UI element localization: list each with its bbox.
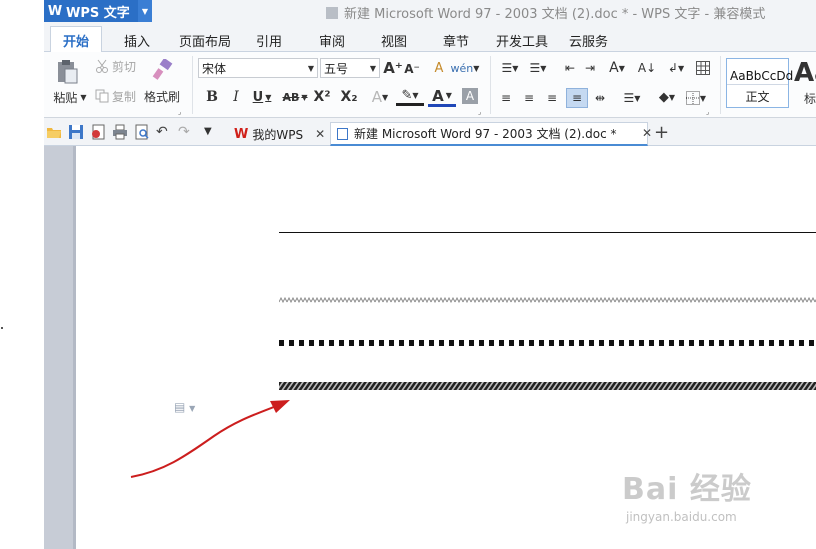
chevron-down-icon[interactable]: ▼: [138, 0, 152, 22]
title-bar: W WPS 文字 ▼ 新建 Microsoft Word 97 - 2003 文…: [44, 0, 816, 22]
character-shading-icon[interactable]: A: [462, 88, 478, 104]
print-icon[interactable]: [112, 124, 128, 140]
tab-view[interactable]: 视图: [381, 31, 407, 50]
left-margin-bar: [44, 146, 76, 549]
save-icon[interactable]: [68, 124, 84, 140]
separator: [192, 56, 193, 114]
style-heading[interactable]: Aa 标: [792, 58, 816, 108]
style-sample: AaBbCcDd: [730, 69, 794, 83]
open-folder-icon[interactable]: [46, 124, 62, 140]
format-painter-icon[interactable]: [150, 58, 174, 82]
distributed-align-icon[interactable]: ⇹: [592, 90, 608, 106]
red-arrow-annotation: [130, 400, 290, 478]
tab-developer[interactable]: 开发工具: [496, 31, 548, 50]
decrease-indent-icon[interactable]: ⇤: [562, 60, 578, 76]
underline-icon[interactable]: U ▼: [250, 88, 274, 106]
tab-home[interactable]: 开始: [50, 26, 103, 53]
table-icon[interactable]: [694, 59, 712, 77]
watermark-url: jingyan.baidu.com: [626, 510, 737, 524]
tab-references[interactable]: 引用: [256, 31, 282, 50]
hatched-line: [279, 382, 816, 390]
copy-button[interactable]: 复制: [112, 89, 136, 104]
copy-icon[interactable]: [94, 88, 110, 104]
paragraph-shading-icon[interactable]: ◆ ▼: [654, 88, 680, 106]
dotted-line: [279, 340, 816, 346]
paste-icon[interactable]: [54, 58, 80, 86]
window-title: 新建 Microsoft Word 97 - 2003 文档 (2).doc *…: [326, 3, 765, 22]
align-left-icon[interactable]: ≡: [498, 90, 514, 106]
increase-indent-icon[interactable]: ⇥: [582, 60, 598, 76]
stray-dot: [1, 327, 3, 329]
doc-tab-active[interactable]: 新建 Microsoft Word 97 - 2003 文档 (2).doc *: [330, 122, 648, 146]
bullet-list-icon[interactable]: ☰ ▼: [498, 60, 522, 76]
tab-chapter[interactable]: 章节: [443, 31, 469, 50]
customize-dropdown-icon[interactable]: ▼: [204, 126, 220, 142]
style-normal[interactable]: AaBbCcDd 正文: [726, 58, 793, 108]
highlight-icon[interactable]: ✎ ▼: [396, 88, 424, 106]
bold-icon[interactable]: B: [204, 88, 220, 106]
outer-background: [0, 0, 44, 549]
scissors-icon[interactable]: [94, 58, 110, 74]
new-tab-icon[interactable]: +: [654, 122, 669, 143]
ribbon: 粘贴 ▼ 剪切 复制 格式刷 ⌟ 宋体 ▼ 五号 ▼ A⁺ A⁻ A wén ▼ B I…: [44, 52, 816, 118]
font-color-icon[interactable]: A ▼: [428, 87, 456, 107]
ribbon-tab-bar: 开始 插入 页面布局 引用 审阅 视图 章节 开发工具 云服务: [44, 22, 816, 53]
tab-review[interactable]: 审阅: [319, 31, 345, 50]
style-name: 正文: [727, 84, 788, 105]
undo-icon[interactable]: ↶: [156, 124, 172, 140]
style-name: 标: [804, 92, 816, 106]
quick-access-bar: ↶ ↷ ▼ W 我的WPS ✕ 新建 Microsoft Word 97 - 2…: [44, 118, 816, 146]
format-painter-button[interactable]: 格式刷: [144, 89, 180, 104]
close-icon[interactable]: ✕: [315, 127, 325, 141]
close-icon[interactable]: ✕: [642, 126, 652, 140]
print-preview-icon[interactable]: [134, 124, 150, 140]
grow-font-icon[interactable]: A⁺: [383, 58, 403, 78]
export-pdf-icon[interactable]: [90, 124, 106, 140]
phonetic-guide-icon[interactable]: wén ▼: [451, 58, 480, 78]
document-icon: [326, 7, 338, 19]
style-sample: Aa: [794, 58, 816, 88]
show-marks-icon[interactable]: ↲ ▼: [666, 59, 686, 77]
align-right-icon[interactable]: ≡: [544, 90, 560, 106]
doc-tab-my-wps[interactable]: W 我的WPS ✕: [230, 122, 329, 146]
clipboard-dialog-launcher[interactable]: ⌟: [178, 108, 181, 116]
separator: [720, 56, 721, 114]
font-family-select[interactable]: 宋体 ▼: [198, 58, 318, 78]
text-effect-icon[interactable]: A ▼: [370, 88, 390, 106]
paste-options-icon[interactable]: ▤ ▼: [174, 400, 195, 414]
align-center-icon[interactable]: ≡: [521, 90, 537, 106]
paragraph-dialog-launcher[interactable]: ⌟: [706, 108, 709, 116]
superscript-icon[interactable]: X²: [312, 88, 332, 106]
redo-icon[interactable]: ↷: [178, 124, 194, 140]
cut-button[interactable]: 剪切: [112, 59, 136, 74]
app-menu-button[interactable]: W WPS 文字 ▼: [44, 0, 152, 22]
tab-cloud-service[interactable]: 云服务: [569, 31, 608, 50]
wavy-line: [279, 296, 816, 306]
borders-icon[interactable]: ▼: [684, 90, 708, 106]
sort-icon[interactable]: A↓: [638, 59, 656, 77]
wps-logo-icon: W: [234, 126, 249, 142]
watermark: Bai 经验 jingyan.baidu.com: [622, 464, 812, 532]
font-dialog-launcher[interactable]: ⌟: [478, 108, 481, 116]
change-case-icon[interactable]: A ▼: [604, 58, 630, 78]
line-spacing-icon[interactable]: ☰ ▼: [620, 90, 644, 106]
tab-page-layout[interactable]: 页面布局: [179, 31, 231, 50]
tab-insert[interactable]: 插入: [124, 31, 150, 50]
strikethrough-icon[interactable]: AB ▼: [280, 88, 310, 106]
app-name: WPS 文字: [66, 5, 130, 21]
solid-line: [279, 232, 816, 233]
watermark-logo: Bai 经验: [622, 472, 752, 507]
align-justify-icon[interactable]: ≡: [566, 88, 588, 108]
wps-logo-icon: W: [47, 3, 63, 19]
font-size-select[interactable]: 五号 ▼: [320, 58, 380, 78]
italic-icon[interactable]: I: [228, 88, 244, 106]
document-icon: [337, 127, 348, 140]
shrink-font-icon[interactable]: A⁻: [404, 60, 420, 78]
numbered-list-icon[interactable]: ☰ ▼: [526, 60, 550, 76]
subscript-icon[interactable]: X₂: [339, 88, 359, 106]
paste-button[interactable]: 粘贴 ▼: [50, 89, 90, 105]
separator: [490, 56, 491, 114]
clear-format-icon[interactable]: A: [430, 59, 448, 77]
